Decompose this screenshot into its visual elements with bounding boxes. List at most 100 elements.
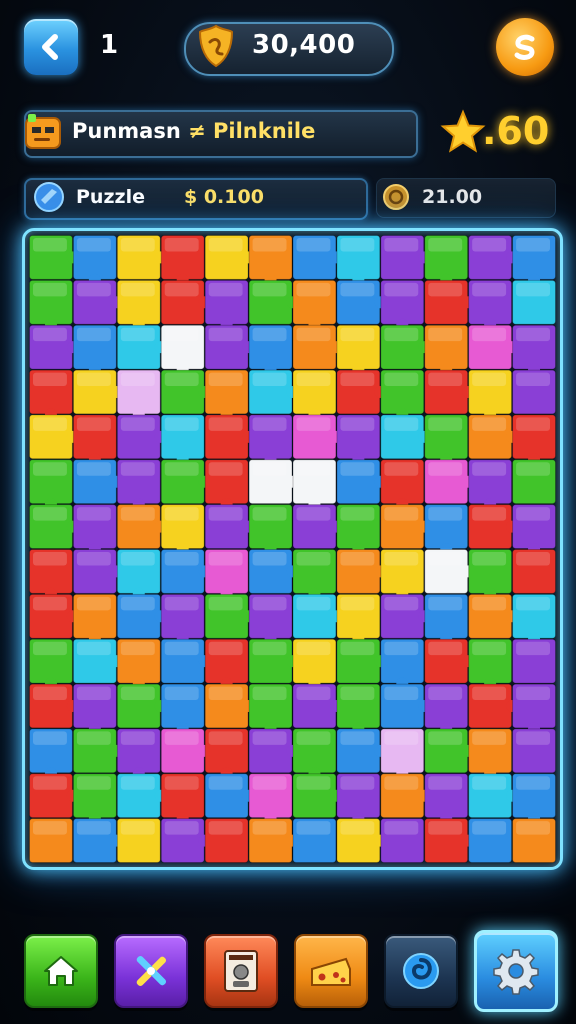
puzzle-piece[interactable] [204,459,249,511]
puzzle-piece[interactable] [468,683,519,729]
puzzle-piece[interactable] [116,773,167,819]
puzzle-piece[interactable] [204,235,255,280]
puzzle-piece[interactable] [424,235,469,286]
puzzle-piece[interactable] [512,324,556,376]
puzzle-piece[interactable] [292,414,343,460]
puzzle-piece[interactable] [512,638,556,684]
puzzle-piece[interactable] [160,593,205,645]
puzzle-piece[interactable] [424,279,475,325]
puzzle-piece[interactable] [512,549,556,594]
puzzle-piece[interactable] [512,818,556,863]
puzzle-piece[interactable] [160,549,211,594]
puzzle-piece[interactable] [72,235,117,286]
puzzle-piece[interactable] [29,414,79,460]
puzzle-piece[interactable] [116,459,161,511]
puzzle-piece[interactable] [160,459,211,505]
puzzle-piece[interactable] [116,683,167,729]
puzzle-piece[interactable] [29,683,79,729]
settings-button[interactable] [474,930,558,1012]
back-button[interactable] [24,19,78,75]
puzzle-piece[interactable] [204,504,255,549]
puzzle-piece[interactable] [380,279,425,331]
puzzle-piece[interactable] [336,279,387,325]
puzzle-piece[interactable] [248,549,299,594]
puzzle-piece[interactable] [380,459,425,511]
puzzle-piece[interactable] [336,728,387,774]
puzzle-piece[interactable] [204,683,255,729]
puzzle-piece[interactable] [468,638,513,690]
puzzle-piece[interactable] [336,773,381,825]
puzzle-piece[interactable] [336,683,381,735]
puzzle-piece[interactable] [292,324,343,370]
puzzle-piece[interactable] [72,818,123,863]
puzzle-piece[interactable] [512,279,556,325]
puzzle-piece[interactable] [72,593,117,645]
puzzle-piece[interactable] [160,324,205,376]
puzzle-piece[interactable] [248,414,293,466]
puzzle-piece[interactable] [292,235,343,280]
puzzle-piece[interactable] [248,638,299,684]
puzzle-piece[interactable] [116,279,161,331]
puzzle-piece[interactable] [468,414,519,460]
puzzle-piece[interactable] [512,369,556,415]
puzzle-piece[interactable] [292,638,337,690]
puzzle-piece[interactable] [512,593,556,645]
puzzle-piece[interactable] [204,638,249,690]
puzzle-piece[interactable] [72,773,117,825]
puzzle-piece[interactable] [248,593,293,645]
puzzle-piece[interactable] [29,593,79,639]
puzzle-piece[interactable] [72,279,123,325]
card-button[interactable] [204,934,278,1008]
puzzle-piece[interactable] [160,235,205,286]
puzzle-piece[interactable] [380,324,431,370]
puzzle-piece[interactable] [424,549,475,594]
puzzle-piece[interactable] [468,728,513,780]
puzzle-piece[interactable] [116,414,167,460]
puzzle-piece[interactable] [248,728,299,774]
puzzle-piece[interactable] [336,549,387,594]
puzzle-piece[interactable] [468,279,513,331]
puzzle-piece[interactable] [292,818,337,863]
puzzle-piece[interactable] [424,728,475,774]
puzzle-piece[interactable] [29,459,73,511]
puzzle-piece[interactable] [72,638,123,684]
puzzle-piece[interactable] [512,773,556,825]
puzzle-piece[interactable] [380,549,425,600]
cheese-button[interactable] [294,934,368,1008]
puzzle-piece[interactable] [116,369,161,421]
puzzle-piece[interactable] [336,369,387,415]
puzzle-piece[interactable] [72,728,123,774]
puzzle-piece[interactable] [336,818,387,863]
puzzle-piece[interactable] [72,369,123,415]
puzzle-piece[interactable] [336,324,381,376]
puzzle-piece[interactable] [424,369,475,415]
puzzle-piece[interactable] [160,414,205,466]
puzzle-piece[interactable] [336,504,381,555]
puzzle-piece[interactable] [204,728,249,780]
puzzle-piece[interactable] [248,369,299,415]
puzzle-piece[interactable] [292,279,337,331]
puzzle-piece[interactable] [292,683,343,729]
puzzle-piece[interactable] [468,818,513,863]
puzzle-piece[interactable] [468,773,519,819]
puzzle-piece[interactable] [292,593,343,639]
puzzle-piece[interactable] [380,593,431,639]
puzzle-piece[interactable] [160,818,211,863]
puzzle-piece[interactable] [204,324,255,370]
puzzle-piece[interactable] [380,638,425,690]
puzzle-piece[interactable] [468,549,513,600]
puzzle-piece[interactable] [204,818,249,863]
puzzle-piece[interactable] [248,504,293,555]
puzzle-piece[interactable] [424,593,469,645]
puzzle-piece[interactable] [512,683,556,735]
puzzle-piece[interactable] [160,728,211,774]
currency-button[interactable] [496,18,554,76]
puzzle-piece[interactable] [72,459,123,505]
puzzle-piece[interactable] [72,549,123,594]
puzzle-piece[interactable] [72,324,117,376]
puzzle-piece[interactable] [204,549,249,600]
puzzle-piece[interactable] [29,638,73,690]
swirl-button[interactable] [384,934,458,1008]
puzzle-piece[interactable] [248,279,299,325]
puzzle-piece[interactable] [72,414,117,466]
